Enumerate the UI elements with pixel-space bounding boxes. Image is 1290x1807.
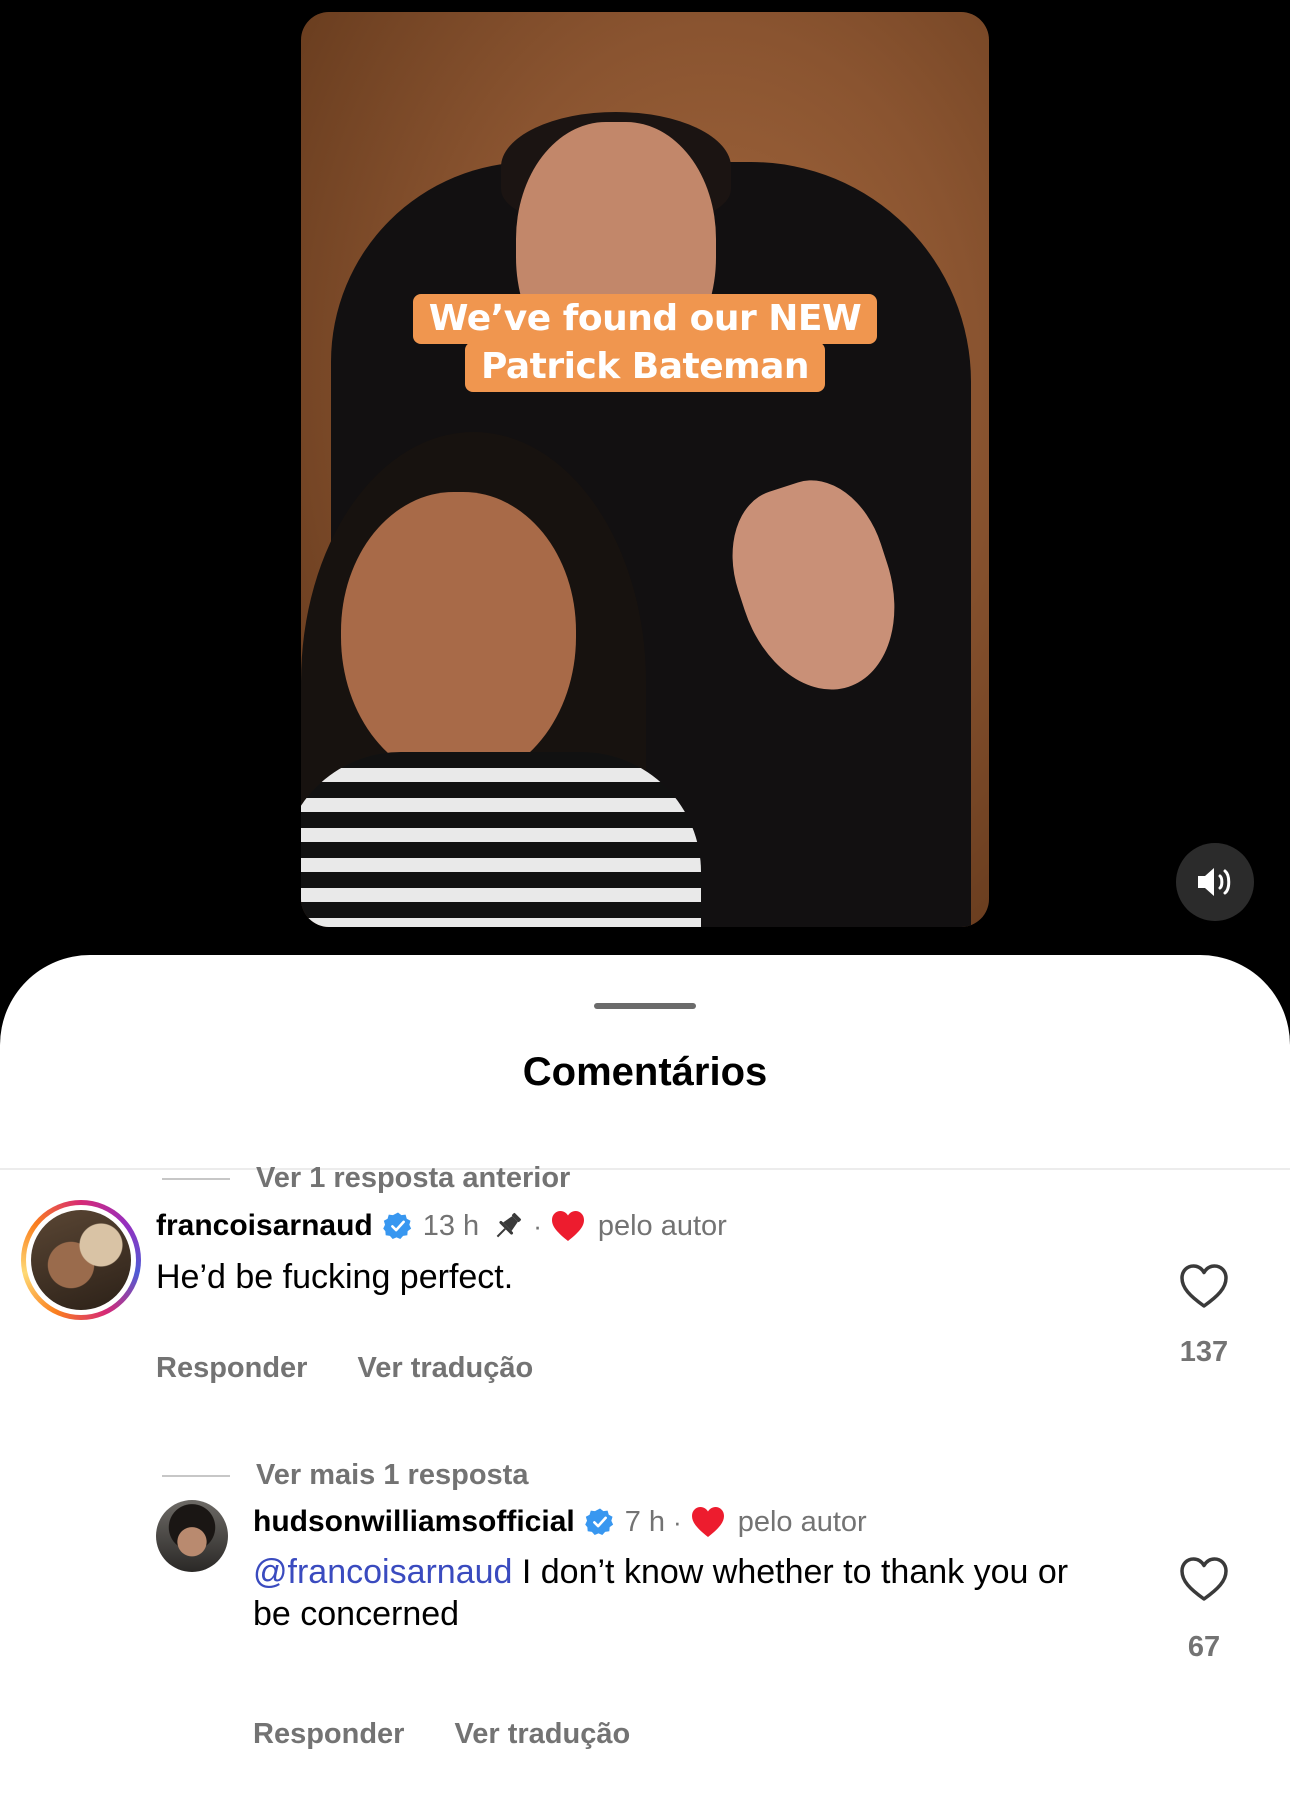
video-area: We’ve found our NEW Patrick Bateman [0,0,1290,960]
reply-button[interactable]: Responder [156,1352,307,1385]
view-previous-replies[interactable]: Ver 1 resposta anterior [162,1162,570,1195]
pin-icon [496,1212,522,1238]
heart-outline-icon[interactable] [1178,1262,1230,1310]
comment-actions: Responder Ver tradução [253,1718,630,1751]
translate-button[interactable]: Ver tradução [454,1718,630,1751]
thread-line [162,1177,230,1180]
liked-by-author-heart-icon [551,1211,584,1241]
verified-badge-icon [584,1508,613,1536]
view-previous-replies-label: Ver 1 resposta anterior [256,1162,571,1194]
avatar-story-ring[interactable] [21,1200,141,1320]
liked-by-author-heart-icon [691,1507,724,1537]
video-player[interactable]: We’ve found our NEW Patrick Bateman [301,12,989,927]
comment-text: @francoisarnaud I don’t know whether to … [253,1551,1113,1635]
video-caption: We’ve found our NEW Patrick Bateman [301,294,989,392]
meta-separator: · [533,1210,542,1241]
like-comment: 137 [1176,1262,1232,1369]
liked-by-author-label: pelo autor [597,1209,727,1242]
reply-button[interactable]: Responder [253,1718,404,1751]
comment-username[interactable]: hudsonwilliamsofficial [253,1505,575,1539]
liked-by-author-label: pelo autor [737,1505,867,1538]
sheet-title: Comentários [522,1050,768,1094]
sound-toggle-button[interactable] [1176,843,1254,921]
like-comment: 67 [1176,1555,1232,1664]
speaker-on-icon [1198,868,1231,896]
like-count: 137 [1179,1336,1229,1368]
comments-sheet: Comentários francoisarnaud 13 h · pelo a… [0,955,1290,1807]
heart-outline-icon[interactable] [1178,1555,1230,1603]
sheet-drag-handle[interactable] [594,1003,696,1009]
avatar[interactable] [156,1500,228,1572]
comment-meta: hudsonwilliamsofficial 7 h · pelo autor [253,1500,867,1544]
mention-link[interactable]: @francoisarnaud [253,1553,512,1591]
thread-line [162,1474,230,1477]
view-more-replies[interactable]: Ver mais 1 resposta [162,1459,528,1492]
comment-meta: francoisarnaud 13 h · pelo autor [156,1204,727,1248]
comment-time: 13 h [422,1209,480,1242]
avatar [31,1210,131,1310]
video-caption-line-1: We’ve found our NEW [412,294,878,344]
comment-text: He’d be fucking perfect. [156,1258,514,1296]
like-count: 67 [1187,1631,1221,1663]
view-more-replies-label: Ver mais 1 resposta [256,1459,529,1491]
translate-button[interactable]: Ver tradução [357,1352,533,1385]
comment-actions: Responder Ver tradução [156,1352,533,1385]
meta-separator: · [673,1506,682,1537]
video-caption-line-2: Patrick Bateman [464,342,826,392]
comment-username[interactable]: francoisarnaud [156,1209,373,1243]
comment-time: 7 h [624,1505,666,1538]
verified-badge-icon [382,1212,411,1240]
